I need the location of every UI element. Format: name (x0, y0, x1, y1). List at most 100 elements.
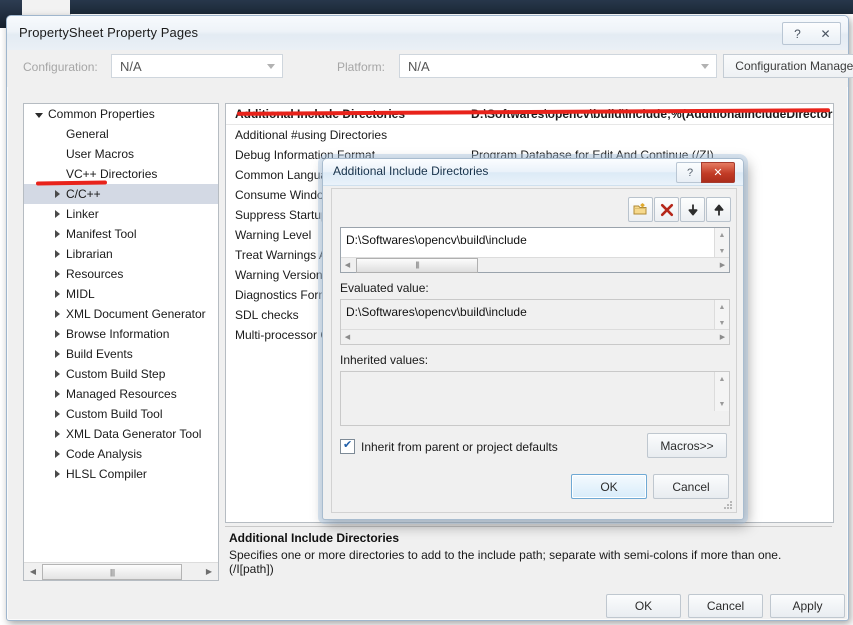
additional-include-directories-dialog: Additional Include Directories ? ✕ D:\So… (322, 158, 744, 520)
dialog-title: Additional Include Directories (333, 164, 489, 178)
expand-triangle-closed-icon[interactable] (50, 350, 64, 358)
tree-item-c-c[interactable]: C/C++ (24, 184, 218, 204)
tree-item-xml-data-generator-tool[interactable]: XML Data Generator Tool (24, 424, 218, 444)
expand-triangle-closed-icon[interactable] (50, 330, 64, 338)
expand-triangle-closed-icon[interactable] (50, 370, 64, 378)
window-titlebar[interactable]: PropertySheet Property Pages ? ✕ (7, 16, 848, 51)
tree-item-build-events[interactable]: Build Events (24, 344, 218, 364)
expand-triangle-closed-icon[interactable] (50, 450, 64, 458)
scroll-left-icon[interactable]: ◀ (25, 563, 41, 579)
inherited-values-label: Inherited values: (340, 353, 429, 367)
tree-item-managed-resources[interactable]: Managed Resources (24, 384, 218, 404)
close-icon[interactable]: ✕ (811, 22, 841, 45)
tree-item-label: Common Properties (48, 107, 155, 121)
evaluated-horizontal-scrollbar[interactable]: ◀ ▶ (341, 329, 729, 344)
configuration-label: Configuration: (23, 60, 98, 74)
tree-item-hlsl-compiler[interactable]: HLSL Compiler (24, 464, 218, 484)
macros-button[interactable]: Macros>> (647, 433, 727, 458)
scroll-right-icon[interactable]: ▶ (716, 330, 729, 343)
dialog-close-icon[interactable]: ✕ (701, 162, 735, 183)
property-name: Additional #using Directories (235, 128, 388, 142)
tree-item-browse-information[interactable]: Browse Information (24, 324, 218, 344)
scroll-right-icon[interactable]: ▶ (201, 563, 217, 579)
scroll-up-icon[interactable]: ▲ (715, 372, 729, 386)
evaluated-value-text: D:\Softwares\opencv\build\include (346, 305, 527, 319)
tree-item-label: Linker (66, 207, 99, 221)
tree-item-midl[interactable]: MIDL (24, 284, 218, 304)
dialog-help-icon[interactable]: ? (676, 162, 704, 183)
scroll-up-icon[interactable]: ▲ (715, 300, 729, 314)
tree-scrollbar-thumb[interactable]: |||| (42, 564, 182, 580)
expand-triangle-closed-icon[interactable] (50, 290, 64, 298)
platform-dropdown[interactable]: N/A (399, 54, 717, 78)
inherit-checkbox-row[interactable]: ✔ Inherit from parent or project default… (340, 439, 558, 454)
expand-triangle-closed-icon[interactable] (50, 470, 64, 478)
apply-button[interactable]: Apply (770, 594, 845, 618)
listbox-horizontal-scrollbar[interactable]: ◀ |||| ▶ (341, 257, 729, 273)
tree-item-custom-build-tool[interactable]: Custom Build Tool (24, 404, 218, 424)
cancel-button[interactable]: Cancel (688, 594, 763, 618)
listbox-scrollbar-thumb[interactable]: |||| (356, 258, 478, 273)
tree-item-librarian[interactable]: Librarian (24, 244, 218, 264)
tree-item-custom-build-step[interactable]: Custom Build Step (24, 364, 218, 384)
expand-triangle-closed-icon[interactable] (50, 190, 64, 198)
include-directories-listbox[interactable]: D:\Softwares\opencv\build\include ▲ ▼ ◀ … (340, 227, 730, 273)
tree-item-linker[interactable]: Linker (24, 204, 218, 224)
expand-triangle-closed-icon[interactable] (50, 270, 64, 278)
tree-item-code-analysis[interactable]: Code Analysis (24, 444, 218, 464)
expand-triangle-closed-icon[interactable] (50, 410, 64, 418)
scroll-down-icon[interactable]: ▼ (715, 316, 729, 330)
expand-triangle-closed-icon[interactable] (50, 310, 64, 318)
tree-item-resources[interactable]: Resources (24, 264, 218, 284)
include-directory-entry[interactable]: D:\Softwares\opencv\build\include (346, 233, 527, 247)
scroll-left-icon[interactable]: ◀ (341, 258, 354, 271)
move-up-icon[interactable] (706, 197, 731, 222)
tree-item-manifest-tool[interactable]: Manifest Tool (24, 224, 218, 244)
configuration-bar: Configuration: N/A Platform: N/A Configu… (7, 50, 853, 87)
dialog-cancel-button[interactable]: Cancel (653, 474, 729, 499)
background-window-strip (70, 0, 853, 14)
expand-triangle-closed-icon[interactable] (50, 210, 64, 218)
expand-triangle-closed-icon[interactable] (50, 250, 64, 258)
tree-item-label: XML Data Generator Tool (66, 427, 202, 441)
resize-grip-icon[interactable] (722, 499, 733, 510)
new-line-icon[interactable] (628, 197, 653, 222)
expand-triangle-open-icon[interactable] (32, 111, 46, 118)
expand-triangle-closed-icon[interactable] (50, 430, 64, 438)
dialog-body: D:\Softwares\opencv\build\include ▲ ▼ ◀ … (331, 188, 737, 513)
inherited-vertical-scrollbar[interactable]: ▲ ▼ (714, 372, 729, 411)
property-name: SDL checks (235, 308, 299, 322)
description-title: Additional Include Directories (229, 531, 400, 545)
configuration-manager-button[interactable]: Configuration Manager... (723, 54, 853, 78)
scroll-up-icon[interactable]: ▲ (715, 228, 729, 242)
scroll-down-icon[interactable]: ▼ (715, 244, 729, 258)
tree-item-user-macros[interactable]: User Macros (24, 144, 218, 164)
move-down-icon[interactable] (680, 197, 705, 222)
listbox-vertical-scrollbar[interactable]: ▲ ▼ (714, 228, 729, 258)
scroll-down-icon[interactable]: ▼ (715, 397, 729, 411)
scroll-left-icon[interactable]: ◀ (341, 330, 354, 343)
tree-item-label: C/C++ (66, 187, 101, 201)
tree-item-label: MIDL (66, 287, 95, 301)
tree-item-label: Custom Build Tool (66, 407, 163, 421)
configuration-dropdown[interactable]: N/A (111, 54, 283, 78)
expand-triangle-closed-icon[interactable] (50, 230, 64, 238)
evaluated-vertical-scrollbar[interactable]: ▲ ▼ (714, 300, 729, 330)
ok-button[interactable]: OK (606, 594, 681, 618)
tree-item-label: XML Document Generator (66, 307, 206, 321)
delete-icon[interactable] (654, 197, 679, 222)
tree-item-general[interactable]: General (24, 124, 218, 144)
tree-horizontal-scrollbar[interactable]: ◀ |||| ▶ (24, 562, 218, 580)
inherit-checkbox-label: Inherit from parent or project defaults (361, 439, 558, 454)
properties-tree[interactable]: Common Properties General User Macros VC++ … (23, 103, 219, 581)
help-icon[interactable]: ? (782, 22, 813, 45)
tree-item-label: Build Events (66, 347, 133, 361)
scroll-right-icon[interactable]: ▶ (716, 258, 729, 271)
inherit-checkbox[interactable]: ✔ (340, 439, 355, 454)
tree-item-common-properties[interactable]: Common Properties (24, 104, 218, 124)
tree-item-xml-document-generator[interactable]: XML Document Generator (24, 304, 218, 324)
dialog-titlebar[interactable]: Additional Include Directories ? ✕ (323, 159, 743, 186)
expand-triangle-closed-icon[interactable] (50, 390, 64, 398)
property-row[interactable]: Additional #using Directories (226, 125, 833, 145)
dialog-ok-button[interactable]: OK (571, 474, 647, 499)
